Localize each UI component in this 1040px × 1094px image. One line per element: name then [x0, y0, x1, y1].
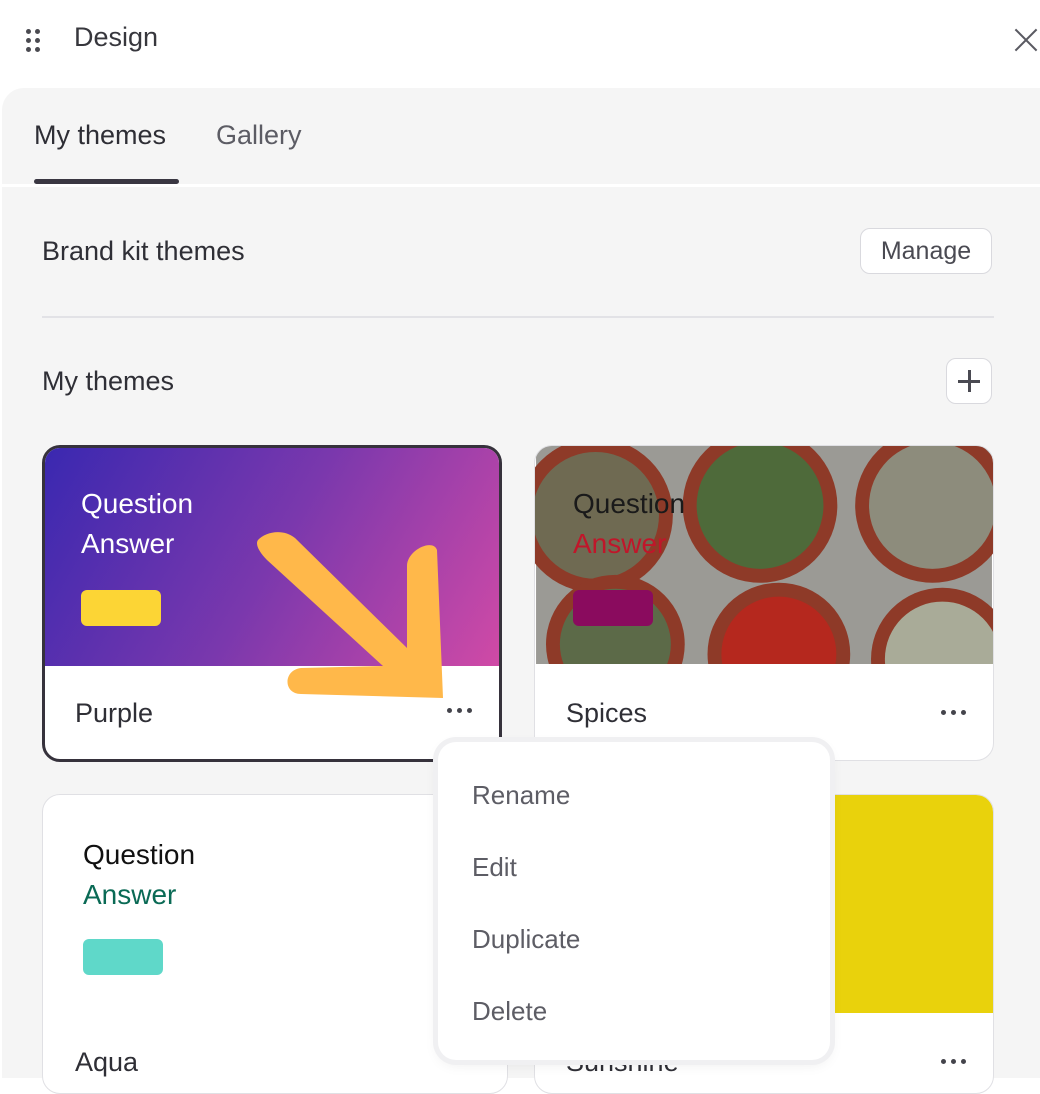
- my-themes-title: My themes: [42, 366, 175, 396]
- menu-item-edit[interactable]: Edit: [472, 852, 517, 883]
- brand-kit-title: Brand kit themes: [42, 236, 245, 266]
- tab-divider: [2, 184, 1040, 187]
- section-divider: [42, 316, 994, 318]
- preview-answer: Answer: [573, 528, 667, 559]
- annotation-arrow-icon: [257, 532, 443, 698]
- preview-answer: Answer: [83, 879, 177, 910]
- close-icon[interactable]: [1010, 24, 1040, 56]
- menu-item-duplicate[interactable]: Duplicate: [472, 924, 580, 955]
- more-options-icon[interactable]: [939, 1053, 969, 1069]
- add-theme-button[interactable]: [946, 358, 992, 404]
- drag-handle-icon[interactable]: [24, 27, 44, 55]
- preview-answer: Answer: [81, 528, 175, 559]
- panel-header: Design: [0, 0, 1040, 88]
- preview-question: Question: [573, 488, 686, 519]
- preview-question: Question: [81, 488, 194, 519]
- menu-item-delete[interactable]: Delete: [472, 996, 547, 1027]
- manage-button[interactable]: Manage: [860, 228, 992, 274]
- tab-my-themes[interactable]: My themes: [34, 120, 166, 151]
- accent-swatch: [81, 590, 161, 626]
- theme-name: Aqua: [75, 1047, 139, 1077]
- menu-item-rename[interactable]: Rename: [472, 780, 570, 811]
- theme-context-menu: Rename Edit Duplicate Delete: [438, 742, 830, 1060]
- theme-name: Purple: [75, 698, 154, 728]
- panel-title: Design: [74, 22, 159, 52]
- more-options-icon[interactable]: [445, 702, 475, 718]
- theme-card-spices[interactable]: Question Answer Spices: [534, 445, 994, 761]
- preview-question: Question: [83, 839, 196, 870]
- more-options-icon[interactable]: [939, 704, 969, 720]
- tab-gallery[interactable]: Gallery: [216, 120, 302, 151]
- accent-swatch: [83, 939, 163, 975]
- accent-swatch: [573, 590, 653, 626]
- theme-name: Spices: [566, 698, 648, 728]
